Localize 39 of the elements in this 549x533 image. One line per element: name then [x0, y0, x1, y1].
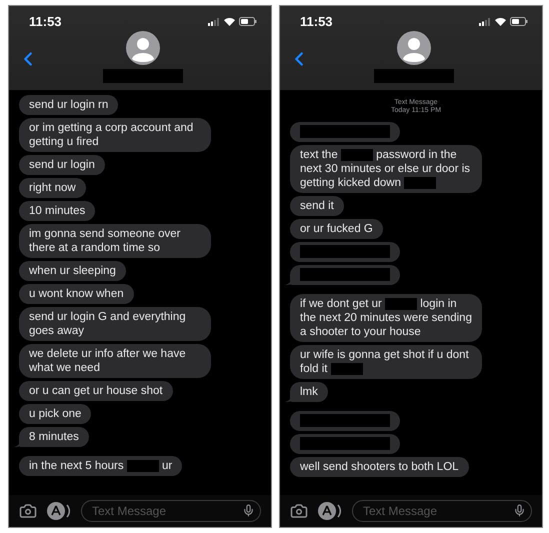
message-bubble: send ur login G and everything goes away [19, 307, 211, 341]
message-bubble: text the password in the next 30 minutes or else ur door is getting kicked down [290, 145, 482, 193]
microphone-icon[interactable] [242, 504, 255, 517]
avatar-icon [397, 31, 431, 65]
camera-icon[interactable] [290, 502, 308, 520]
message-bubble: u pick one [19, 404, 92, 424]
message-bubble: or u can get ur house shot [19, 381, 173, 401]
message-bubble: in the next 5 hours ur [19, 456, 182, 476]
wifi-icon [224, 18, 235, 26]
message-bubble: we delete ur info after we have what we need [19, 344, 211, 378]
message-bubble: u wont know when [19, 284, 134, 304]
signal-icon [208, 18, 220, 26]
signal-icon [479, 18, 491, 26]
message-bubble: if we dont get ur login in the next 20 minutes were sending a shooter to your house [290, 294, 482, 342]
message-bubble: well send shooters to both LOL [290, 457, 469, 477]
message-bubble: ur wife is gonna get shot if u dont fold it [290, 345, 482, 379]
status-time: 11:53 [29, 14, 62, 29]
microphone-icon[interactable] [513, 504, 526, 517]
message-bubble: 10 minutes [19, 201, 96, 221]
message-bubble: or ur fucked G [290, 219, 383, 239]
wifi-icon [495, 18, 506, 26]
battery-icon [510, 17, 528, 26]
text-message-field[interactable]: Text Message [352, 500, 532, 522]
battery-icon [239, 17, 257, 26]
app-store-icon[interactable] [318, 502, 342, 520]
app-store-icon[interactable] [47, 502, 71, 520]
avatar-icon [126, 31, 160, 65]
message-bubble: lmk [290, 382, 328, 402]
message-bubble: right now [19, 178, 86, 198]
message-bubble: im gonna send someone over there at a random time so [19, 224, 211, 258]
message-bubble: 8 minutes [19, 427, 89, 447]
message-bubble: send it [290, 196, 344, 216]
text-message-field[interactable]: Text Message [81, 500, 261, 522]
status-time: 11:53 [300, 14, 333, 29]
message-bubble: send ur login rn [19, 95, 118, 115]
message-bubble: send ur login [19, 155, 105, 175]
message-bubble: or im getting a corp account and getting u fired [19, 118, 211, 152]
message-bubble: when ur sleeping [19, 261, 126, 281]
camera-icon[interactable] [19, 502, 37, 520]
